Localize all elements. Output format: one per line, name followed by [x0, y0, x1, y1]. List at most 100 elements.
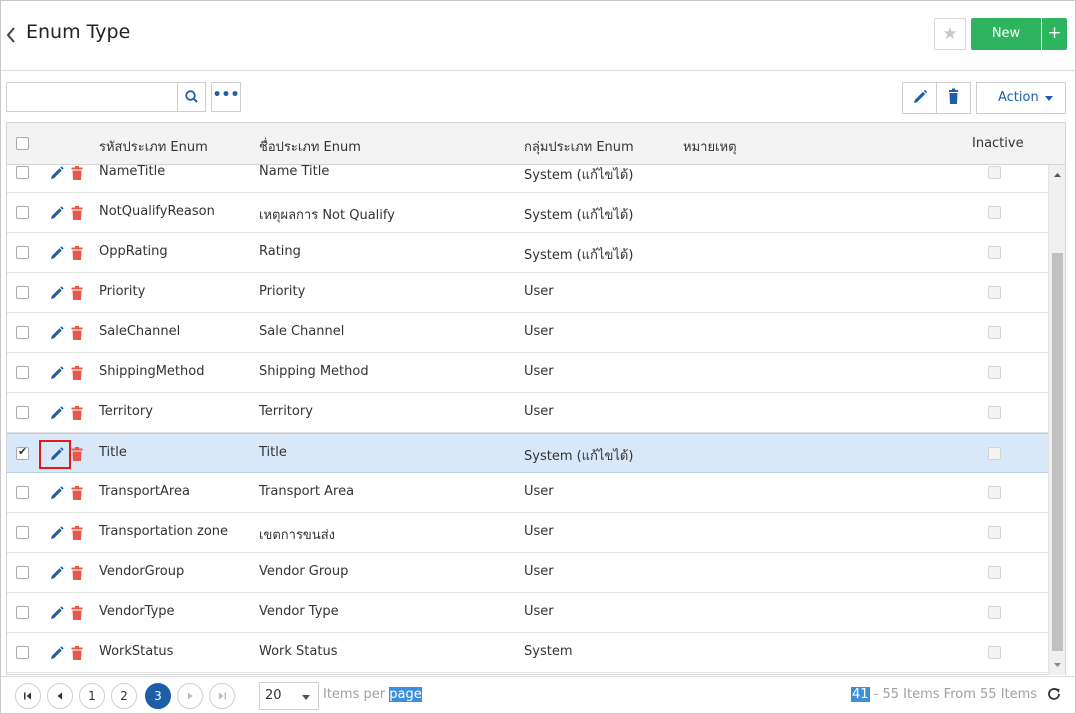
row-checkbox[interactable]: [16, 526, 29, 539]
pencil-icon[interactable]: [49, 565, 65, 581]
pencil-icon[interactable]: [49, 285, 65, 301]
pencil-icon[interactable]: [49, 365, 65, 381]
items-info: 41 - 55 Items From 55 Items: [851, 687, 1037, 702]
pager: 1 2 3 20 Items per page 41 - 55 Items Fr…: [1, 676, 1075, 713]
trash-icon[interactable]: [70, 165, 84, 181]
first-page-button[interactable]: [15, 683, 41, 709]
scrollbar-thumb[interactable]: [1052, 253, 1063, 651]
table-row[interactable]: TransportArea Transport Area User: [7, 473, 1048, 513]
per-page-label-text: Items per: [323, 687, 390, 702]
per-page-select[interactable]: 20: [259, 682, 319, 710]
cell-name: Shipping Method: [259, 364, 369, 379]
inactive-checkbox: [988, 486, 1001, 499]
pencil-icon[interactable]: [49, 325, 65, 341]
search-button[interactable]: [177, 82, 206, 112]
page-button-2[interactable]: 2: [111, 683, 137, 709]
trash-icon[interactable]: [70, 645, 84, 661]
trash-icon[interactable]: [70, 285, 84, 301]
pencil-icon[interactable]: [49, 405, 65, 421]
table-row[interactable]: Priority Priority User: [7, 273, 1048, 313]
vertical-scrollbar[interactable]: [1048, 165, 1065, 675]
next-page-icon: [188, 692, 193, 700]
cell-group: User: [524, 404, 554, 419]
table-row[interactable]: Transportation zone เขตการขนส่ง User: [7, 513, 1048, 553]
column-header-code[interactable]: รหัสประเภท Enum: [99, 136, 208, 157]
row-checkbox[interactable]: [16, 406, 29, 419]
row-checkbox[interactable]: [16, 566, 29, 579]
cell-code: ShippingMethod: [99, 364, 205, 379]
row-checkbox[interactable]: [16, 366, 29, 379]
row-checkbox[interactable]: [16, 606, 29, 619]
inactive-checkbox: [988, 246, 1001, 259]
new-button[interactable]: New: [971, 18, 1041, 50]
new-plus-button[interactable]: +: [1042, 18, 1067, 50]
refresh-icon[interactable]: [1046, 686, 1062, 702]
first-page-icon: [24, 692, 31, 700]
pencil-icon[interactable]: [49, 485, 65, 501]
column-header-name[interactable]: ชื่อประเภท Enum: [259, 136, 361, 157]
cell-group: User: [524, 604, 554, 619]
column-header-note[interactable]: หมายเหตุ: [683, 136, 737, 157]
inactive-checkbox: [988, 406, 1001, 419]
more-options-button[interactable]: •••: [211, 82, 241, 112]
table-row[interactable]: VendorType Vendor Type User: [7, 593, 1048, 633]
trash-icon[interactable]: [70, 565, 84, 581]
page-button-3[interactable]: 3: [145, 683, 171, 709]
row-checkbox[interactable]: [16, 486, 29, 499]
trash-icon[interactable]: [70, 446, 84, 462]
cell-code: VendorGroup: [99, 564, 185, 579]
column-header-inactive[interactable]: Inactive: [972, 136, 1024, 151]
last-page-button[interactable]: [209, 683, 235, 709]
next-page-button[interactable]: [177, 683, 203, 709]
pencil-icon[interactable]: [49, 605, 65, 621]
action-label: Action: [998, 90, 1039, 105]
cell-group: System (แก้ไขได้): [524, 449, 634, 464]
pencil-icon[interactable]: [49, 525, 65, 541]
scroll-up-arrow-icon[interactable]: [1049, 169, 1066, 181]
favorite-button[interactable]: ★: [934, 18, 966, 50]
table-row[interactable]: Territory Territory User: [7, 393, 1048, 433]
row-checkbox[interactable]: [16, 445, 29, 460]
table-row[interactable]: NotQualifyReason เหตุผลการ Not Qualify Sys…: [7, 193, 1048, 233]
table-row[interactable]: OppRating Rating System (แก้ไขได้): [7, 233, 1048, 273]
select-all-checkbox[interactable]: [16, 137, 29, 150]
trash-icon[interactable]: [70, 205, 84, 221]
cell-group: System (แก้ไขได้): [524, 208, 634, 223]
trash-icon[interactable]: [70, 245, 84, 261]
row-checkbox[interactable]: [16, 206, 29, 219]
action-dropdown[interactable]: Action: [976, 82, 1066, 114]
table-row[interactable]: ShippingMethod Shipping Method User: [7, 353, 1048, 393]
page-button-1[interactable]: 1: [79, 683, 105, 709]
trash-icon[interactable]: [70, 325, 84, 341]
row-checkbox[interactable]: [16, 286, 29, 299]
back-button[interactable]: [6, 23, 20, 45]
row-checkbox[interactable]: [16, 326, 29, 339]
table-row[interactable]: Title Title System (แก้ไขได้): [7, 433, 1048, 473]
row-checkbox[interactable]: [16, 646, 29, 659]
prev-page-button[interactable]: [47, 683, 73, 709]
pencil-icon[interactable]: [49, 245, 65, 261]
trash-icon[interactable]: [70, 605, 84, 621]
per-page-value: 20: [265, 688, 282, 703]
toolbar-edit-button[interactable]: [902, 82, 937, 114]
trash-icon[interactable]: [70, 405, 84, 421]
pencil-icon[interactable]: [49, 165, 65, 181]
column-header-group[interactable]: กลุ่มประเภท Enum: [524, 136, 634, 157]
search-input[interactable]: [6, 82, 178, 112]
scroll-down-arrow-icon[interactable]: [1049, 659, 1066, 671]
pencil-icon[interactable]: [49, 645, 65, 661]
trash-icon[interactable]: [70, 365, 84, 381]
edit-highlight-box: [39, 440, 71, 469]
pencil-icon[interactable]: [49, 205, 65, 221]
trash-icon: [949, 88, 958, 104]
search-icon: [185, 90, 198, 103]
trash-icon[interactable]: [70, 525, 84, 541]
toolbar-delete-button[interactable]: [936, 82, 971, 114]
trash-icon[interactable]: [70, 485, 84, 501]
table-row[interactable]: SaleChannel Sale Channel User: [7, 313, 1048, 353]
row-checkbox[interactable]: [16, 246, 29, 259]
table-row[interactable]: NameTitle Name Title System (แก้ไขได้): [7, 165, 1048, 193]
table-row[interactable]: VendorGroup Vendor Group User: [7, 553, 1048, 593]
table-row[interactable]: WorkStatus Work Status System: [7, 633, 1048, 673]
row-checkbox[interactable]: [16, 166, 29, 179]
